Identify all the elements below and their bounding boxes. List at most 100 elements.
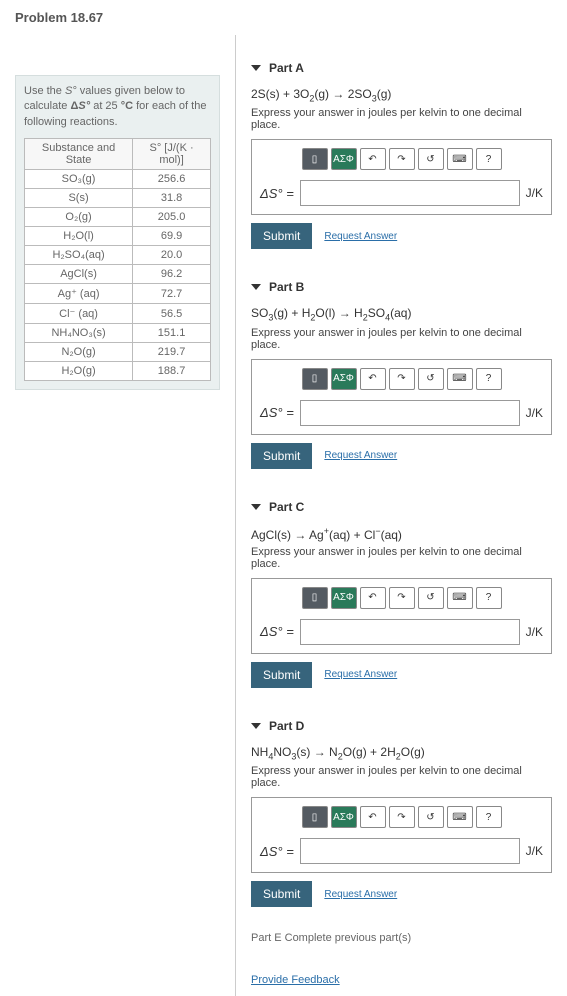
keyboard-icon[interactable]: ⌨: [447, 368, 473, 390]
delta-s-label: ΔS° =: [260, 186, 294, 201]
part-d-header[interactable]: Part D: [251, 713, 552, 739]
delta-s-label: ΔS° =: [260, 844, 294, 859]
part-c-request-answer[interactable]: Request Answer: [324, 669, 397, 680]
value-cell: 96.2: [133, 265, 211, 284]
part-b-header[interactable]: Part B: [251, 274, 552, 300]
part-d-request-answer[interactable]: Request Answer: [324, 889, 397, 900]
value-cell: 188.7: [133, 362, 211, 381]
reset-icon[interactable]: ↺: [418, 587, 444, 609]
substance-cell: Cl⁻ (aq): [25, 304, 133, 324]
table-header-substance: Substance and State: [25, 139, 133, 170]
table-row: S(s)31.8: [25, 189, 211, 208]
delta-s-label: ΔS° =: [260, 624, 294, 639]
symbols-icon[interactable]: AΣΦ: [331, 148, 357, 170]
table-row: SO₃(g)256.6: [25, 170, 211, 189]
undo-icon[interactable]: ↶: [360, 368, 386, 390]
part-e-locked: Part E Complete previous part(s): [251, 932, 552, 944]
undo-icon[interactable]: ↶: [360, 806, 386, 828]
table-row: H₂O(l)69.9: [25, 227, 211, 246]
part-a-title: Part A: [269, 61, 304, 75]
toolbar: ▯ AΣΦ ↶ ↷ ↺ ⌨ ?: [260, 148, 543, 170]
value-cell: 56.5: [133, 304, 211, 324]
part-b-submit-button[interactable]: Submit: [251, 443, 312, 469]
part-b-input[interactable]: [300, 400, 520, 426]
part-c-input[interactable]: [300, 619, 520, 645]
redo-icon[interactable]: ↷: [389, 148, 415, 170]
redo-icon[interactable]: ↷: [389, 587, 415, 609]
value-cell: 219.7: [133, 343, 211, 362]
part-a-reaction: 2S(s) + 3O2(g) → 2SO3(g): [251, 87, 552, 103]
part-a-instruction: Express your answer in joules per kelvin…: [251, 107, 552, 131]
part-b-title: Part B: [269, 280, 304, 294]
toolbar: ▯ AΣΦ ↶ ↷ ↺ ⌨ ?: [260, 806, 543, 828]
template-icon[interactable]: ▯: [302, 368, 328, 390]
info-box: Use the S° values given below to calcula…: [15, 75, 220, 390]
value-cell: 205.0: [133, 208, 211, 227]
substance-cell: H₂O(g): [25, 362, 133, 381]
symbols-icon[interactable]: AΣΦ: [331, 587, 357, 609]
part-a-request-answer[interactable]: Request Answer: [324, 231, 397, 242]
reset-icon[interactable]: ↺: [418, 148, 444, 170]
table-row: NH₄NO₃(s)151.1: [25, 324, 211, 343]
unit-label: J/K: [526, 625, 543, 639]
table-row: Cl⁻ (aq)56.5: [25, 304, 211, 324]
unit-label: J/K: [526, 844, 543, 858]
symbols-icon[interactable]: AΣΦ: [331, 368, 357, 390]
substance-cell: NH₄NO₃(s): [25, 324, 133, 343]
template-icon[interactable]: ▯: [302, 806, 328, 828]
table-header-entropy: S° [J/(K · mol)]: [133, 139, 211, 170]
part-c-answer-box: ▯ AΣΦ ↶ ↷ ↺ ⌨ ? ΔS° = J/K: [251, 578, 552, 654]
template-icon[interactable]: ▯: [302, 587, 328, 609]
keyboard-icon[interactable]: ⌨: [447, 587, 473, 609]
keyboard-icon[interactable]: ⌨: [447, 148, 473, 170]
toolbar: ▯ AΣΦ ↶ ↷ ↺ ⌨ ?: [260, 368, 543, 390]
part-c-header[interactable]: Part C: [251, 494, 552, 520]
table-row: H₂SO₄(aq)20.0: [25, 246, 211, 265]
main: Part A 2S(s) + 3O2(g) → 2SO3(g) Express …: [241, 35, 567, 996]
unit-label: J/K: [526, 406, 543, 420]
value-cell: 151.1: [133, 324, 211, 343]
problem-title: Problem 18.67: [0, 0, 567, 35]
part-a-answer-box: ▯ AΣΦ ↶ ↷ ↺ ⌨ ? ΔS° = J/K: [251, 139, 552, 215]
reset-icon[interactable]: ↺: [418, 806, 444, 828]
entropy-table: Substance and State S° [J/(K · mol)] SO₃…: [24, 138, 211, 381]
delta-s-label: ΔS° =: [260, 405, 294, 420]
template-icon[interactable]: ▯: [302, 148, 328, 170]
part-c-submit-button[interactable]: Submit: [251, 662, 312, 688]
part-a-submit-button[interactable]: Submit: [251, 223, 312, 249]
table-row: Ag⁺ (aq)72.7: [25, 284, 211, 304]
substance-cell: O₂(g): [25, 208, 133, 227]
substance-cell: H₂SO₄(aq): [25, 246, 133, 265]
undo-icon[interactable]: ↶: [360, 587, 386, 609]
content: Use the S° values given below to calcula…: [0, 35, 567, 996]
substance-cell: N₂O(g): [25, 343, 133, 362]
reset-icon[interactable]: ↺: [418, 368, 444, 390]
substance-cell: Ag⁺ (aq): [25, 284, 133, 304]
redo-icon[interactable]: ↷: [389, 368, 415, 390]
part-d-submit-button[interactable]: Submit: [251, 881, 312, 907]
value-cell: 256.6: [133, 170, 211, 189]
symbols-icon[interactable]: AΣΦ: [331, 806, 357, 828]
divider: [235, 35, 236, 996]
chevron-down-icon: [251, 723, 261, 729]
help-icon[interactable]: ?: [476, 587, 502, 609]
part-a-header[interactable]: Part A: [251, 55, 552, 81]
part-b-request-answer[interactable]: Request Answer: [324, 450, 397, 461]
provide-feedback-link[interactable]: Provide Feedback: [251, 974, 340, 986]
part-c: Part C AgCl(s) → Ag+(aq) + Cl−(aq) Expre…: [251, 494, 552, 688]
keyboard-icon[interactable]: ⌨: [447, 806, 473, 828]
part-d-instruction: Express your answer in joules per kelvin…: [251, 765, 552, 789]
value-cell: 72.7: [133, 284, 211, 304]
help-icon[interactable]: ?: [476, 368, 502, 390]
intro-text: Use the S° values given below to calcula…: [24, 84, 211, 130]
undo-icon[interactable]: ↶: [360, 148, 386, 170]
help-icon[interactable]: ?: [476, 806, 502, 828]
part-a-input[interactable]: [300, 180, 520, 206]
redo-icon[interactable]: ↷: [389, 806, 415, 828]
part-d-title: Part D: [269, 719, 304, 733]
substance-cell: S(s): [25, 189, 133, 208]
part-d-input[interactable]: [300, 838, 520, 864]
substance-cell: H₂O(l): [25, 227, 133, 246]
help-icon[interactable]: ?: [476, 148, 502, 170]
table-row: N₂O(g)219.7: [25, 343, 211, 362]
